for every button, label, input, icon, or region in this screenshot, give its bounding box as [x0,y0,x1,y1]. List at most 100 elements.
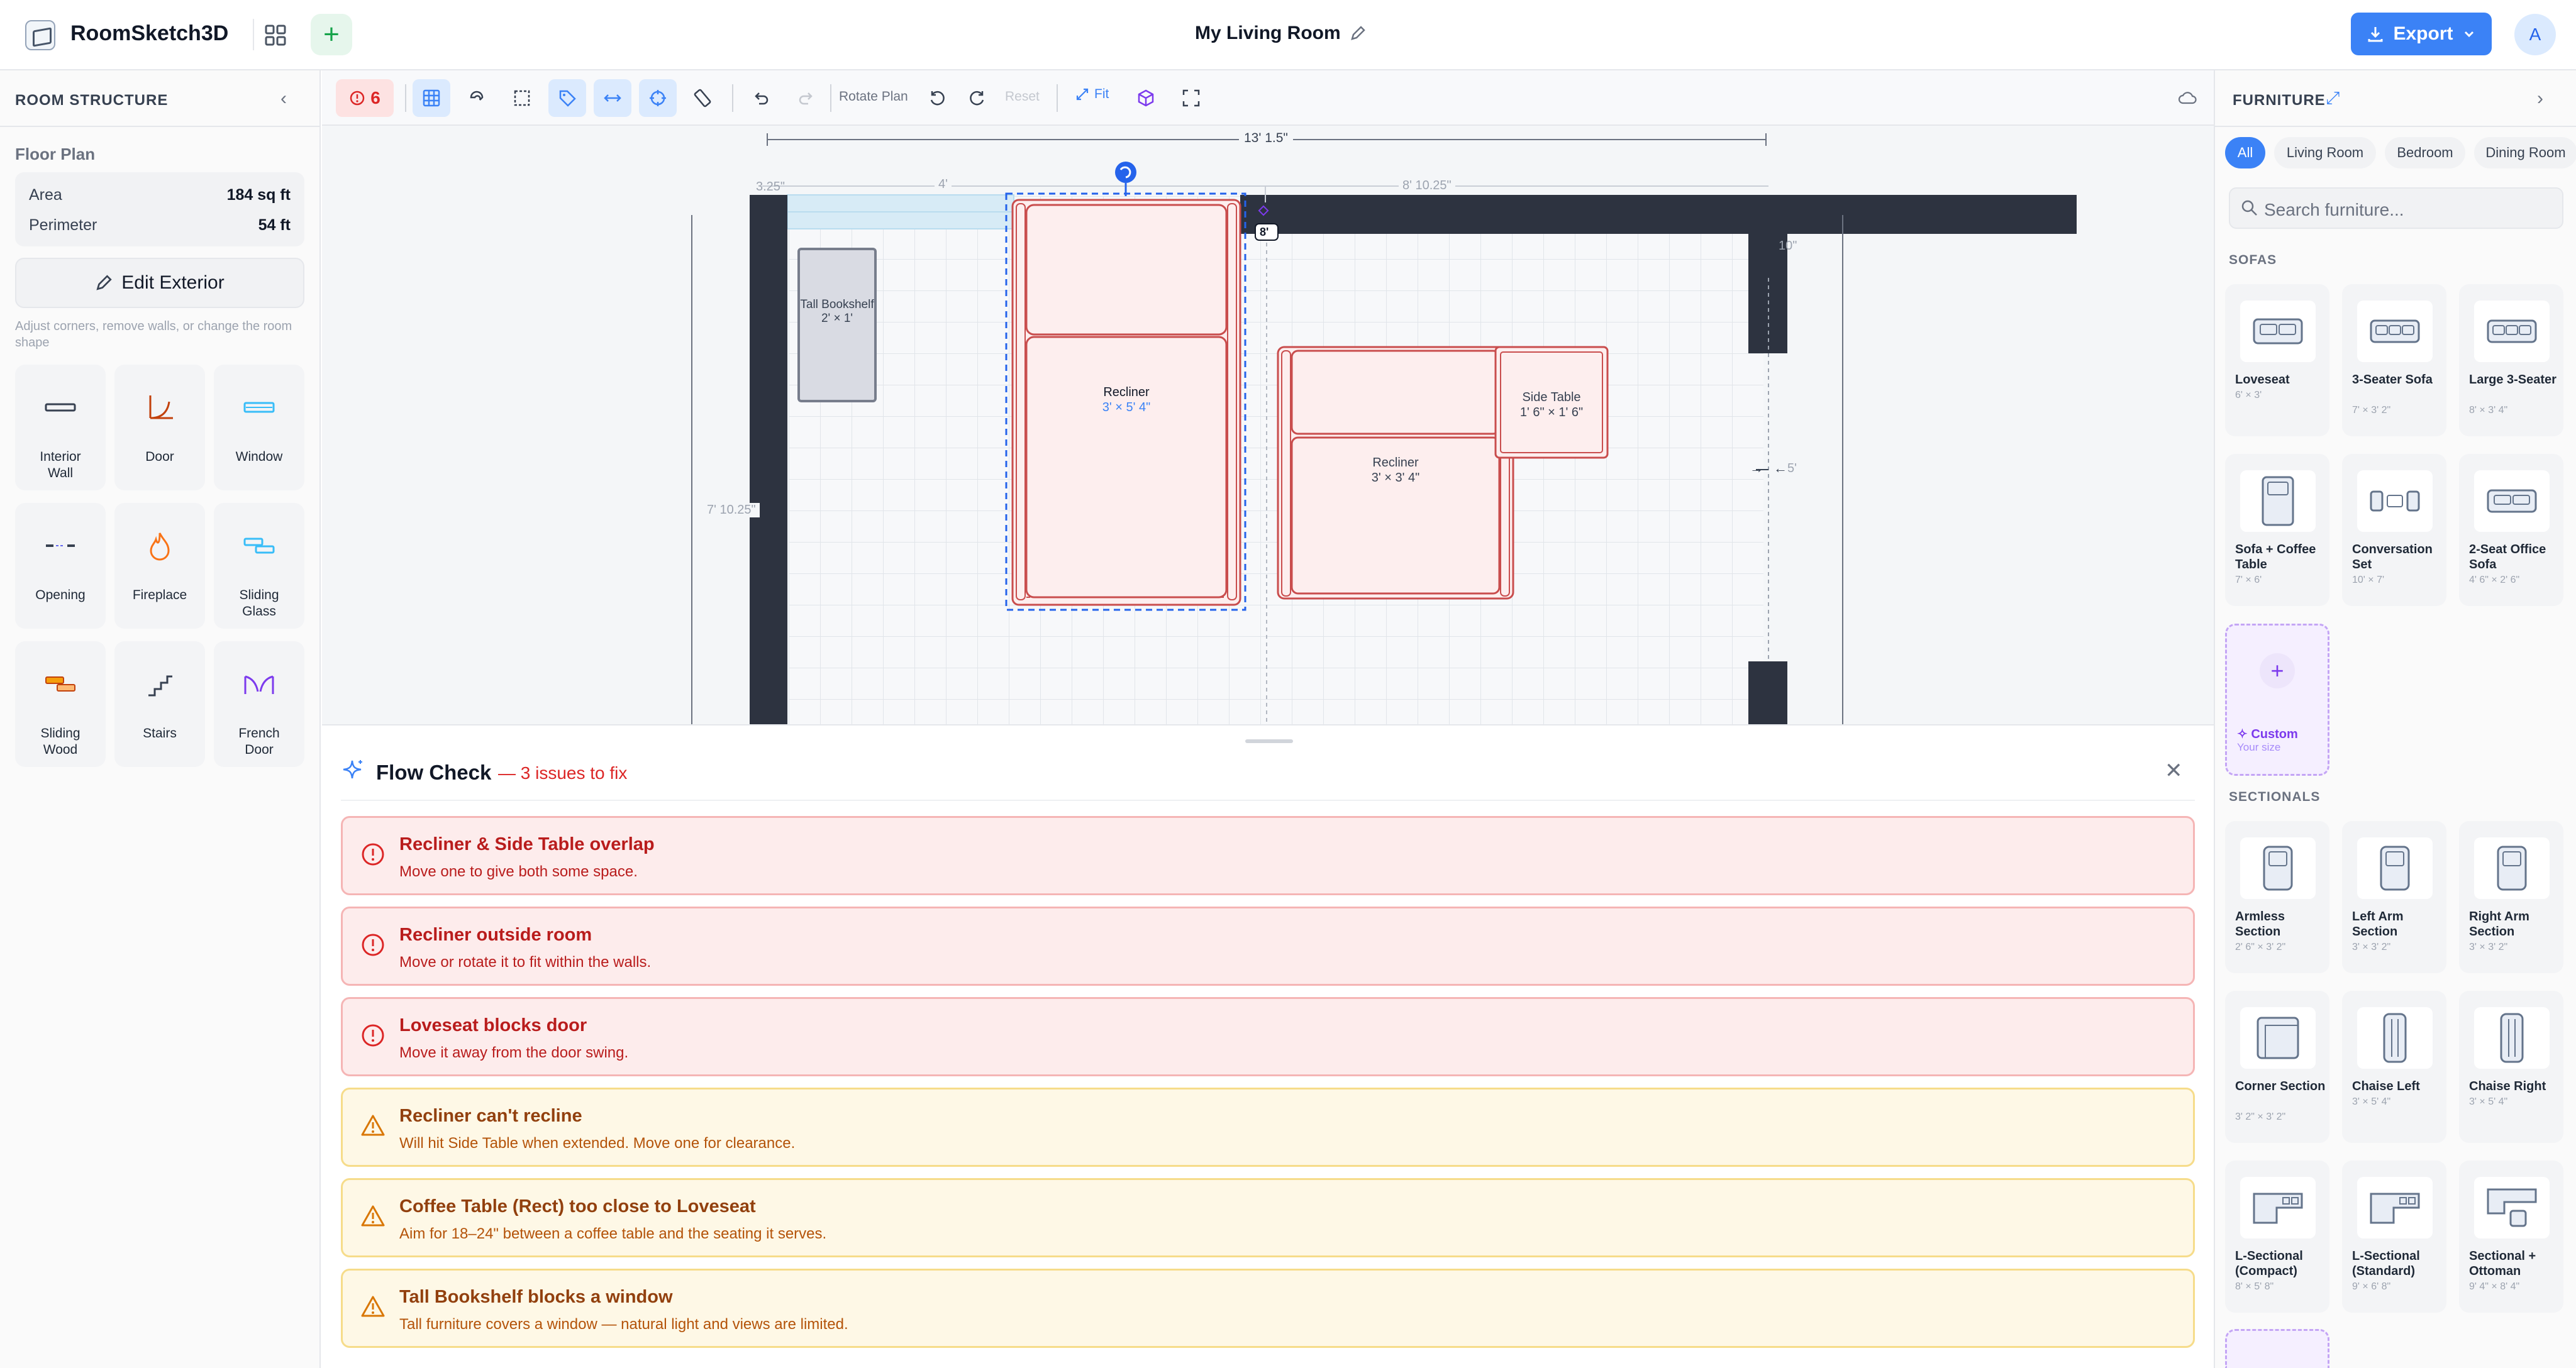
furniture-name: Chaise Left [2352,1079,2420,1093]
tool-interior-wall[interactable]: Interior Wall [15,365,106,490]
document-title[interactable]: My Living Room [1195,23,1384,44]
collapse-right-icon[interactable]: › [2537,88,2543,109]
fit-button[interactable]: Fit [1075,87,1109,102]
dimensions-button[interactable] [594,79,631,117]
divider [0,126,321,127]
canvas-toolbar: 6 Rotate Plan Reset Fit [322,70,2214,126]
furniture-card[interactable]: Right Arm Section 3' × 3' 2" [2459,821,2563,973]
grid-toggle-button[interactable] [413,79,450,117]
divider [732,84,733,112]
drag-handle[interactable] [1245,739,1293,743]
rotate-cw-button[interactable] [958,79,996,117]
magnet-button[interactable] [458,79,496,117]
filter-chip-living-room[interactable]: Living Room [2274,137,2376,168]
undo-button[interactable] [742,79,780,117]
furniture-card[interactable]: Loveseat 6' × 3' [2225,284,2329,436]
sparkle-icon [343,760,362,779]
floor-plan-drawing[interactable] [322,70,2214,724]
collapse-left-icon[interactable]: ‹ [280,88,287,109]
issue-description: Aim for 18–24" between a coffee table an… [399,1225,827,1242]
issue-card[interactable]: Loveseat blocks door Move it away from t… [341,997,2195,1076]
filter-chip-all[interactable]: All [2225,137,2265,168]
furniture-name: Armless Section [2235,910,2285,939]
furniture-size: 3' × 5' 4" [2469,1096,2508,1107]
item-name: Tall Bookshelf [800,298,874,311]
furniture-card[interactable]: Chaise Left 3' × 5' 4" [2342,991,2446,1143]
3d-view-button[interactable] [1127,79,1165,117]
marquee-icon [514,90,530,106]
new-project-button[interactable]: + [311,14,352,55]
tool-label: Sliding Wood [40,726,80,757]
document-title-text: My Living Room [1195,23,1341,43]
furniture-name: Sectional + Ottoman [2469,1249,2536,1278]
tool-window[interactable]: Window [214,365,304,490]
furniture-card[interactable]: Sofa + Coffee Table 7' × 6' [2225,454,2329,606]
snap-button[interactable] [639,79,677,117]
divider [405,84,406,112]
furniture-card[interactable]: 3-Seater Sofa 7' × 3' 2" [2342,284,2446,436]
furniture-card[interactable]: Corner Section 3' 2" × 3' 2" [2225,991,2329,1143]
export-button[interactable]: Export [2351,13,2492,55]
right-wall-lower[interactable] [1748,661,1787,724]
select-area-button[interactable] [503,79,541,117]
issue-card[interactable]: Recliner outside room Move or rotate it … [341,907,2195,986]
furniture-card[interactable]: 2-Seat Office Sofa 4' 6" × 2' 6" [2459,454,2563,606]
panel-title: ROOM STRUCTURE [15,92,169,109]
custom-size-card-partial[interactable] [2225,1329,2329,1368]
furniture-card[interactable]: Left Arm Section 3' × 3' 2" [2342,821,2446,973]
opening-icon [43,528,78,563]
tool-sliding-wood[interactable]: Sliding Wood [15,641,106,767]
dim-seg-right: 8' 10.25" [1399,179,1455,193]
furniture-card[interactable]: Conversation Set 10' × 7' [2342,454,2446,606]
issue-card[interactable]: Recliner can't recline Will hit Side Tab… [341,1088,2195,1167]
tool-fireplace[interactable]: Fireplace [114,503,205,629]
cloud-sync-button[interactable] [2168,79,2206,117]
issue-card[interactable]: Coffee Table (Rect) too close to Lovesea… [341,1178,2195,1257]
rotate-handle-icon[interactable] [1115,162,1136,183]
top-wall[interactable] [1240,195,2077,234]
issue-card[interactable]: Tall Bookshelf blocks a window Tall furn… [341,1269,2195,1348]
right-wall-upper[interactable] [1748,195,1787,353]
pencil-icon[interactable] [1350,25,1366,41]
tool-sliding-glass[interactable]: Sliding Glass [214,503,304,629]
expand-icon[interactable]: ⤢ [2326,88,2340,109]
issues-button[interactable]: 6 [336,79,394,117]
furniture-card[interactable]: L-Sectional (Compact) 8' × 5' 8" [2225,1161,2329,1313]
tool-french-door[interactable]: French Door [214,641,304,767]
custom-size-card[interactable]: + ✧ Custom Your size [2225,624,2329,776]
furniture-size: 10' × 7' [2352,575,2385,585]
avatar[interactable]: A [2514,14,2556,55]
measure-button[interactable] [684,79,722,117]
furniture-card[interactable]: Sectional + Ottoman 9' 4" × 8' 4" [2459,1161,2563,1313]
filter-chip-dining-room[interactable]: Dining Room [2474,137,2576,168]
issue-card[interactable]: Recliner & Side Table overlap Move one t… [341,816,2195,895]
fullscreen-button[interactable] [1172,79,1210,117]
furniture-card[interactable]: Large 3-Seater 8' × 3' 4" [2459,284,2563,436]
furniture-name: Loveseat [2235,373,2290,387]
tool-door[interactable]: Door [114,365,205,490]
tool-label: Sliding Glass [239,588,279,619]
reset-button[interactable]: Reset [1005,89,1040,104]
labels-button[interactable] [548,79,586,117]
stat-value: 54 ft [258,216,291,234]
furniture-card[interactable]: Armless Section 2' 6" × 3' 2" [2225,821,2329,973]
filter-chip-bedroom[interactable]: Bedroom [2385,137,2465,168]
chevron-down-icon [2464,31,2473,38]
projects-grid-button[interactable] [258,18,293,53]
door-icon [142,390,177,425]
furniture-card[interactable]: Chaise Right 3' × 5' 4" [2459,991,2563,1143]
tool-opening[interactable]: Opening [15,503,106,629]
redo-button[interactable] [787,79,825,117]
tool-stairs[interactable]: Stairs [114,641,205,767]
redo-icon [799,92,813,105]
ruler-icon [694,89,711,108]
rotate-ccw-button[interactable] [918,79,956,117]
close-icon[interactable]: ✕ [2165,758,2183,783]
edit-exterior-button[interactable]: Edit Exterior [15,258,304,308]
app-logo-icon[interactable] [25,20,55,50]
floor-plan-canvas[interactable]: 13' 1.5" 3.25" 4' 8' 10.25" 10" 5' → ← 7… [322,70,2214,724]
edit-exterior-help: Adjust corners, remove walls, or change … [15,319,292,350]
furniture-card[interactable]: L-Sectional (Standard) 9' × 6' 8" [2342,1161,2446,1313]
section-label-sectionals: SECTIONALS [2229,790,2321,804]
left-wall[interactable] [750,195,787,724]
